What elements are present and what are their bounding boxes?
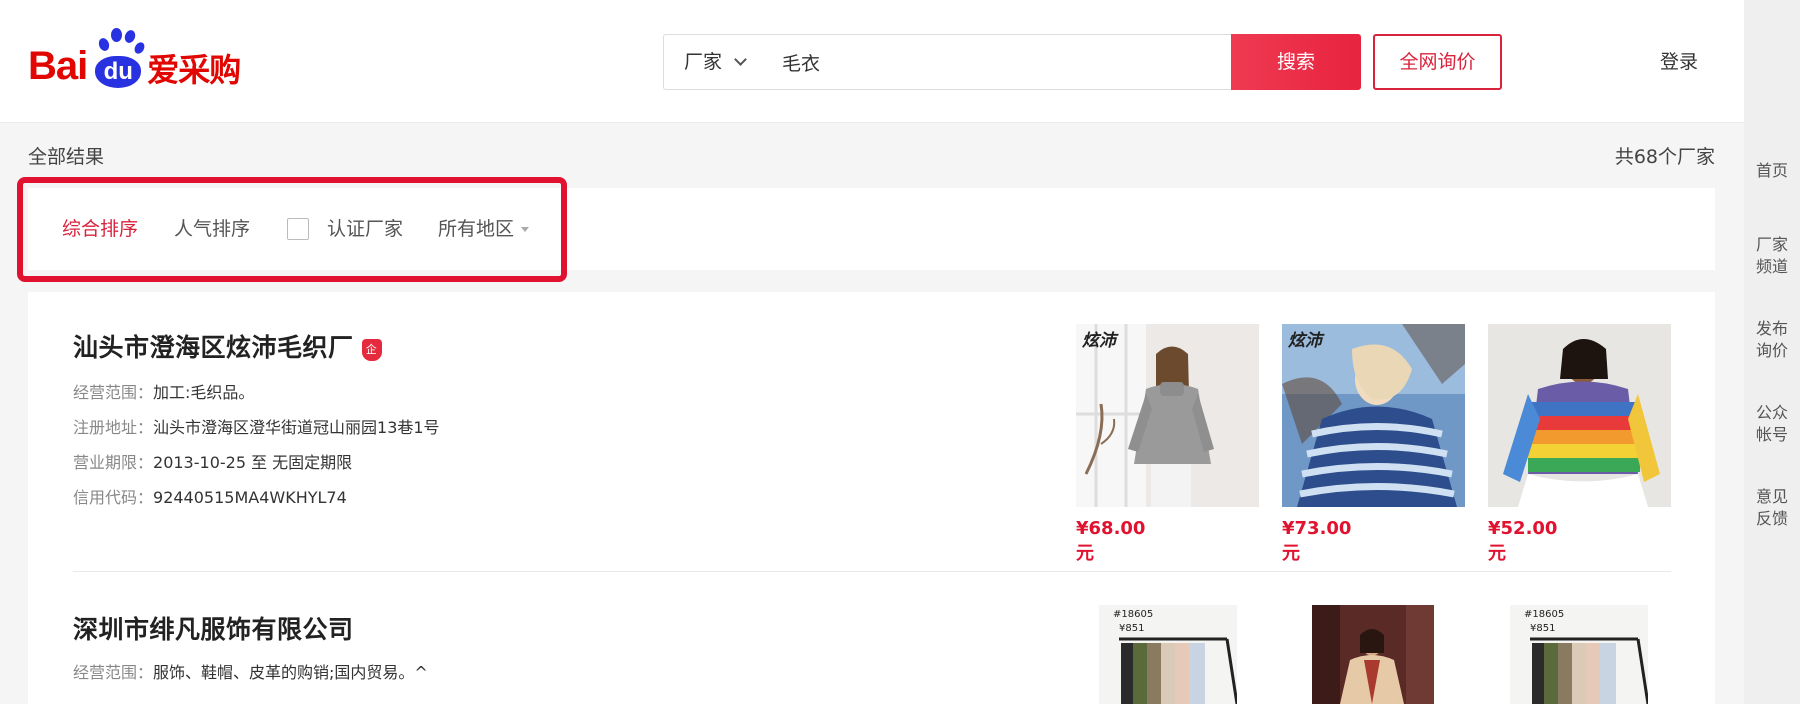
baidu-paw-icon: du <box>89 28 147 90</box>
right-sidebar: 首页 厂家 频道 发布 询价 公众 帐号 意见 反馈 <box>1744 0 1800 704</box>
baidu-aicaigou-logo[interactable]: Bai du 爱采购 <box>28 28 258 90</box>
search-type-dropdown[interactable]: 厂家 <box>684 35 747 89</box>
logo-text-aicaigou: 爱采购 <box>147 51 241 89</box>
search-input[interactable] <box>782 35 1222 89</box>
results-title: 全部结果 <box>28 146 105 168</box>
chevron-down-icon <box>734 53 747 66</box>
product-image[interactable]: #18605 ¥851 <box>1099 605 1237 704</box>
login-link[interactable]: 登录 <box>1660 34 1698 90</box>
product-image[interactable] <box>1488 324 1671 507</box>
search-button[interactable]: 搜索 <box>1231 34 1361 90</box>
company-credit-code: 信用代码：92440515MA4WKHYL74 <box>73 488 347 507</box>
company-business-scope: 经营范围：加工:毛织品。 <box>73 383 255 402</box>
inquiry-button[interactable]: 全网询价 <box>1373 34 1502 90</box>
sidebar-item-post-inquiry[interactable]: 发布 询价 <box>1744 318 1800 362</box>
product-image[interactable]: 炫沛 <box>1076 324 1259 507</box>
company-name[interactable]: 深圳市绯凡服饰有限公司 <box>73 610 354 646</box>
svg-text:¥851: ¥851 <box>1119 623 1144 634</box>
company-address: 注册地址：汕头市澄海区澄华街道冠山丽园13巷1号 <box>73 418 440 437</box>
product-price: ¥68.00元 <box>1076 518 1146 564</box>
svg-text:¥851: ¥851 <box>1530 623 1555 634</box>
sidebar-item-home[interactable]: 首页 <box>1744 160 1800 182</box>
product-image[interactable]: #18605 ¥851 <box>1510 605 1648 704</box>
sidebar-item-factory-channel[interactable]: 厂家 频道 <box>1744 234 1800 278</box>
search-type-label: 厂家 <box>684 51 723 73</box>
result-divider <box>73 571 1671 572</box>
product-image[interactable]: 炫沛 <box>1282 324 1465 507</box>
svg-text:炫沛: 炫沛 <box>1288 331 1325 351</box>
logo-text-bai: Bai <box>28 44 88 88</box>
sidebar-item-feedback[interactable]: 意见 反馈 <box>1744 486 1800 530</box>
company-business-term: 营业期限：2013-10-25 至 无固定期限 <box>73 453 353 472</box>
product-price: ¥73.00元 <box>1282 518 1352 564</box>
filter-highlight-box <box>17 177 567 282</box>
product-price: ¥52.00元 <box>1488 518 1558 564</box>
sidebar-item-official-account[interactable]: 公众 帐号 <box>1744 402 1800 446</box>
enterprise-badge-icon: 企 <box>361 339 382 361</box>
svg-text:炫沛: 炫沛 <box>1082 331 1119 351</box>
svg-text:#18605: #18605 <box>1524 609 1564 620</box>
search-box: 厂家 <box>663 34 1232 90</box>
company-name[interactable]: 汕头市澄海区炫沛毛织厂企 <box>73 328 382 364</box>
company-business-scope: 经营范围：服饰、鞋帽、皮革的购销;国内贸易。^ <box>73 663 428 682</box>
svg-text:#18605: #18605 <box>1113 609 1153 620</box>
results-count: 共68个厂家 <box>1614 146 1715 168</box>
product-image[interactable] <box>1312 605 1434 704</box>
top-header: Bai du 爱采购 厂家 搜索 全网询价 登录 <box>0 0 1744 123</box>
